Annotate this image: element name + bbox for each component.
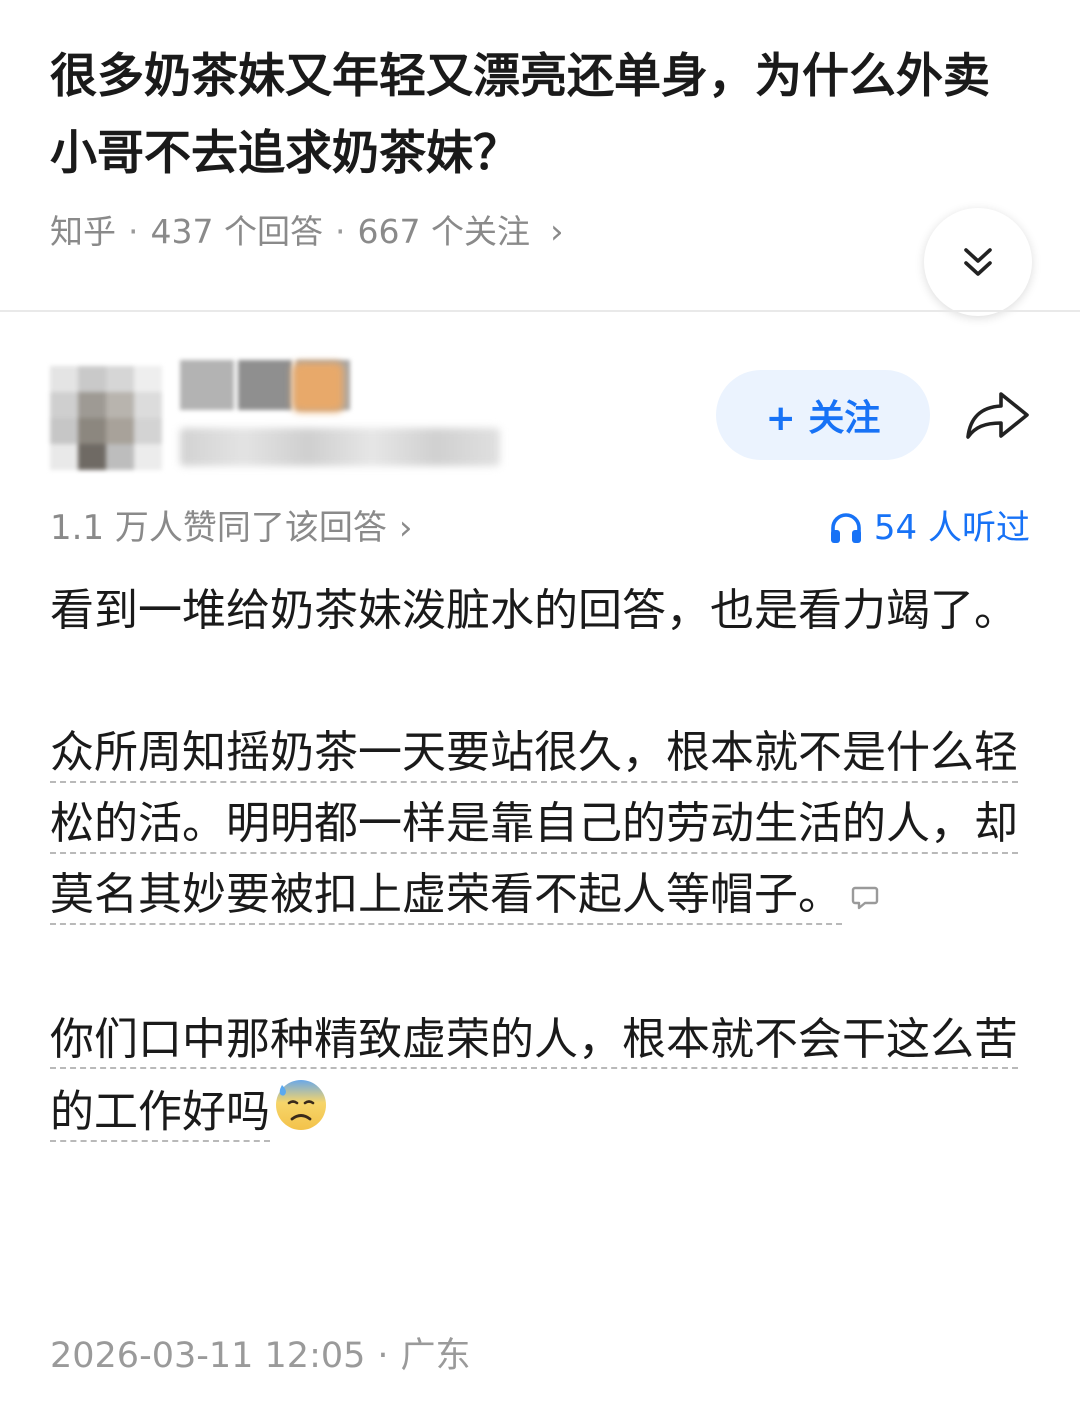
answer-content: 看到一堆给奶茶妹泼脏水的回答，也是看力竭了。 众所周知摇奶茶一天要站很久，根本就…: [50, 575, 1035, 1154]
location: 广东: [400, 1336, 471, 1376]
meta-separator: ·: [128, 212, 139, 251]
chevron-right-icon: ›: [549, 212, 564, 252]
followers-count: 667 个关注: [357, 212, 530, 251]
chevron-right-icon: ›: [398, 508, 413, 548]
headphones-icon: [830, 513, 861, 543]
answer-paragraph: 你们口中那种精致虚荣的人，根本就不会干这么苦的工作好吗: [50, 1004, 1035, 1154]
author-headline: [180, 428, 500, 466]
answers-count: 437 个回答: [150, 212, 323, 251]
meta-separator: ·: [377, 1336, 389, 1376]
answer-page: 很多奶茶妹又年轻又漂亮还单身，为什么外卖小哥不去追求奶茶妹？ 知乎 · 437 …: [0, 0, 1080, 1411]
anxious-face-with-sweat-emoji: [272, 1075, 330, 1154]
votes-text: 1.1 万人赞同了该回答: [50, 508, 387, 548]
author-avatar[interactable]: [50, 366, 162, 470]
question-source: 知乎: [50, 212, 116, 251]
divider: [0, 310, 1080, 312]
answer-timestamp: 2026-03-11 12:05 · 广东: [50, 1330, 471, 1382]
author-badge: [292, 362, 344, 412]
share-button[interactable]: [958, 380, 1038, 450]
follow-button[interactable]: + 关注: [716, 370, 930, 460]
collapse-button[interactable]: [924, 208, 1032, 316]
listen-button[interactable]: 54 人听过: [828, 502, 1030, 554]
datetime: 2026-03-11 12:05: [50, 1336, 366, 1376]
share-arrow-icon: [966, 392, 1029, 439]
comment-bubble-icon[interactable]: [850, 862, 880, 933]
answer-paragraph: 看到一堆给奶茶妹泼脏水的回答，也是看力竭了。: [50, 585, 1018, 636]
question-title[interactable]: 很多奶茶妹又年轻又漂亮还单身，为什么外卖小哥不去追求奶茶妹？: [50, 38, 1030, 192]
answer-paragraph: 众所周知摇奶茶一天要站很久，根本就不是什么轻松的活。明明都一样是靠自己的劳动生活…: [50, 717, 1035, 933]
votes-link[interactable]: 1.1 万人赞同了该回答 ›: [50, 502, 413, 554]
meta-separator: ·: [334, 212, 346, 251]
question-meta[interactable]: 知乎 · 437 个回答 · 667 个关注 ›: [50, 206, 564, 258]
double-chevron-down-icon: [964, 248, 992, 276]
listened-count: 54 人听过: [873, 508, 1030, 548]
highlighted-text[interactable]: 你们口中那种精致虚荣的人，根本就不会干这么苦的工作好吗: [50, 1014, 1018, 1138]
